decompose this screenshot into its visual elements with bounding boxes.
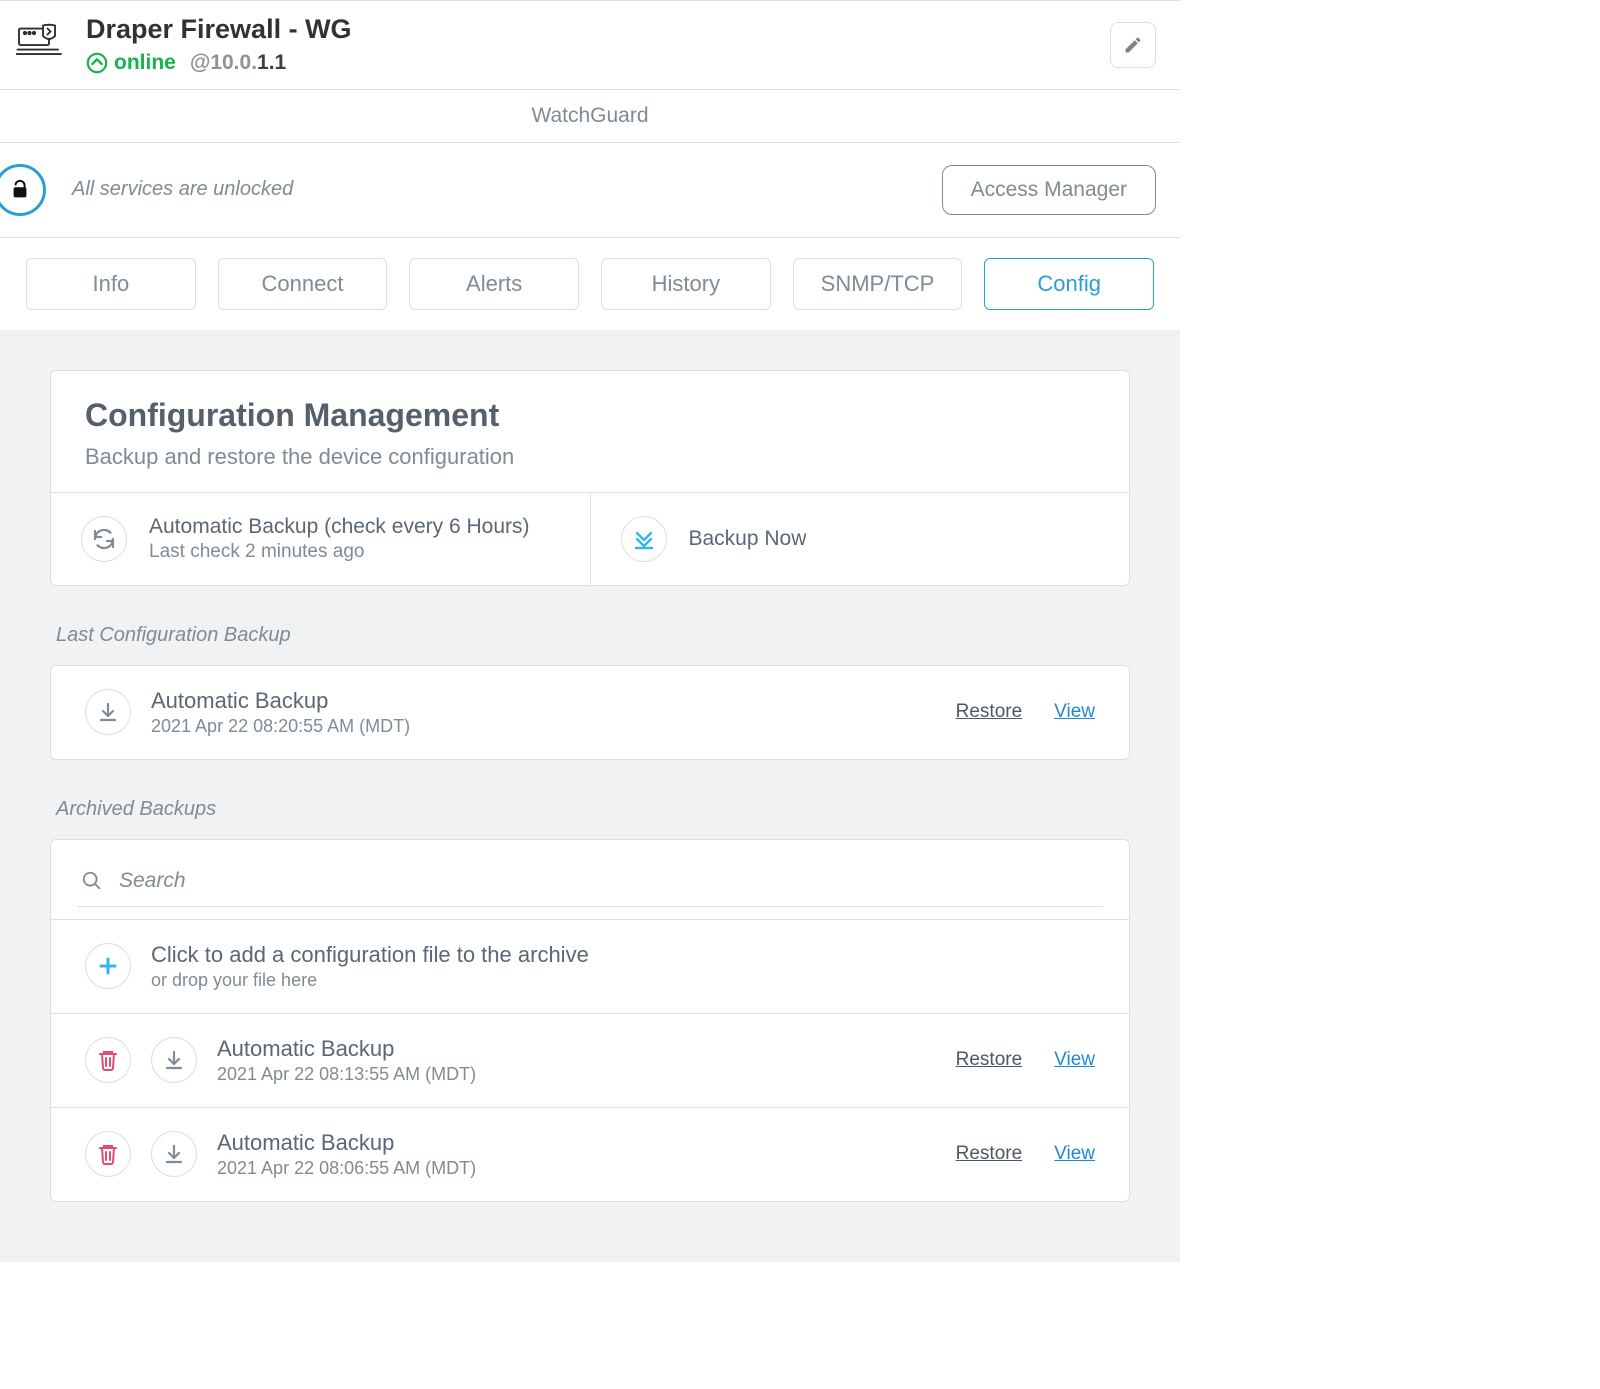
delete-backup-button[interactable] — [85, 1131, 131, 1177]
trash-icon — [96, 1048, 120, 1072]
panel-title: Configuration Management — [85, 397, 1095, 434]
upload-title: Click to add a configuration file to the… — [151, 942, 1095, 968]
lockbar-message: All services are unlocked — [72, 178, 293, 201]
backup-timestamp: 2021 Apr 22 08:13:55 AM (MDT) — [217, 1064, 936, 1085]
view-link[interactable]: View — [1054, 1049, 1095, 1071]
search-input[interactable] — [117, 868, 1099, 894]
backup-title: Automatic Backup — [151, 688, 936, 714]
view-link[interactable]: View — [1054, 701, 1095, 723]
plus-icon — [85, 943, 131, 989]
tab-connect[interactable]: Connect — [218, 258, 388, 310]
device-name: Draper Firewall - WG — [86, 15, 1088, 45]
delete-backup-button[interactable] — [85, 1037, 131, 1083]
archived-card: Click to add a configuration file to the… — [50, 839, 1130, 1202]
sync-icon — [81, 516, 127, 562]
backup-timestamp: 2021 Apr 22 08:20:55 AM (MDT) — [151, 716, 936, 737]
download-icon — [162, 1048, 186, 1072]
restore-link[interactable]: Restore — [956, 1049, 1023, 1071]
auto-backup-sub: Last check 2 minutes ago — [149, 541, 529, 563]
access-manager-button[interactable]: Access Manager — [942, 165, 1156, 215]
status-text: online — [114, 51, 176, 75]
trash-icon — [96, 1142, 120, 1166]
pencil-icon — [1123, 35, 1143, 55]
unlocked-lock-icon — [9, 179, 31, 201]
lock-toggle[interactable] — [0, 164, 46, 216]
restore-link[interactable]: Restore — [956, 1143, 1023, 1165]
device-ip: @10.0.1.1 — [190, 51, 286, 75]
tab-info[interactable]: Info — [26, 258, 196, 310]
auto-backup-settings[interactable]: Automatic Backup (check every 6 Hours) L… — [51, 493, 591, 585]
tab-history[interactable]: History — [601, 258, 771, 310]
search-icon — [81, 870, 103, 892]
panel-subtitle: Backup and restore the device configurat… — [85, 444, 1095, 470]
auto-backup-label: Automatic Backup (check every 6 Hours) — [149, 515, 529, 539]
download-icon — [96, 700, 120, 724]
backup-now-button[interactable]: Backup Now — [591, 493, 1130, 585]
last-backup-card: Automatic Backup 2021 Apr 22 08:20:55 AM… — [50, 665, 1130, 760]
section-archived: Archived Backups — [50, 798, 1130, 821]
archived-row: Automatic Backup2021 Apr 22 08:06:55 AM … — [51, 1108, 1129, 1201]
view-link[interactable]: View — [1054, 1143, 1095, 1165]
tab-snmp-tcp[interactable]: SNMP/TCP — [793, 258, 963, 310]
backup-title: Automatic Backup — [217, 1036, 936, 1062]
section-last-backup: Last Configuration Backup — [50, 624, 1130, 647]
archived-row: Automatic Backup2021 Apr 22 08:13:55 AM … — [51, 1014, 1129, 1108]
vendor-label: WatchGuard — [0, 90, 1180, 143]
download-backup-button[interactable] — [151, 1131, 197, 1177]
download-backup-button[interactable] — [85, 689, 131, 735]
upload-dropzone[interactable]: Click to add a configuration file to the… — [51, 920, 1129, 1014]
edit-device-button[interactable] — [1110, 22, 1156, 68]
backup-timestamp: 2021 Apr 22 08:06:55 AM (MDT) — [217, 1158, 936, 1179]
device-header: Draper Firewall - WG online @10.0.1.1 — [0, 0, 1180, 90]
main-content: Configuration Management Backup and rest… — [0, 330, 1180, 1262]
tab-bar: Info Connect Alerts History SNMP/TCP Config — [0, 238, 1180, 330]
lock-bar: All services are unlocked Access Manager — [0, 143, 1180, 238]
online-icon — [86, 52, 108, 74]
download-double-icon — [621, 516, 667, 562]
backup-title: Automatic Backup — [217, 1130, 936, 1156]
restore-link[interactable]: Restore — [956, 701, 1023, 723]
config-panel: Configuration Management Backup and rest… — [50, 370, 1130, 586]
download-icon — [162, 1142, 186, 1166]
tab-config[interactable]: Config — [984, 258, 1154, 310]
status-chip: online — [86, 51, 176, 75]
upload-sub: or drop your file here — [151, 970, 1095, 991]
download-backup-button[interactable] — [151, 1037, 197, 1083]
firewall-device-icon — [16, 18, 64, 71]
tab-alerts[interactable]: Alerts — [409, 258, 579, 310]
backup-now-label: Backup Now — [689, 527, 807, 551]
